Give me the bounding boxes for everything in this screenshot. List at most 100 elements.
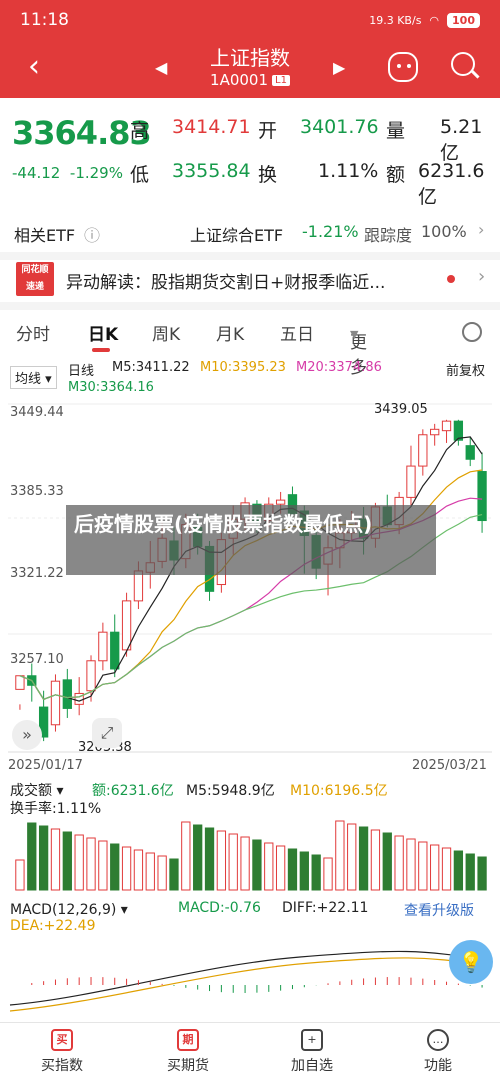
low-value: 3355.84 xyxy=(172,160,251,182)
volume-bar xyxy=(347,823,357,891)
volume-bar xyxy=(382,832,392,891)
volume-bar xyxy=(394,835,404,891)
change-pct: -1.29% xyxy=(69,164,123,182)
tab-intraday[interactable]: 分时 xyxy=(16,320,50,345)
tab-five-day[interactable]: 五日 xyxy=(280,320,314,345)
candle xyxy=(62,679,72,709)
buy-index-button[interactable]: 买买指数 xyxy=(12,1029,112,1075)
volume-bar xyxy=(299,851,309,891)
chevron-right-icon: › xyxy=(478,220,485,239)
candle xyxy=(50,680,61,726)
add-icon: + xyxy=(301,1029,323,1051)
help-icon[interactable]: ⓘ xyxy=(84,222,100,246)
volume-bar xyxy=(287,848,298,891)
dea-value: DEA:+22.49 xyxy=(10,918,96,934)
low-label: 低 xyxy=(130,164,150,186)
high-value: 3414.71 xyxy=(172,116,251,138)
macd-label: MACD(12,26,9) xyxy=(10,902,117,918)
tip-bulb-icon[interactable]: 💡 xyxy=(449,940,493,984)
volume-bar xyxy=(275,845,286,891)
page-title: 上证指数 xyxy=(210,46,290,70)
ma-selector[interactable]: 均线 ▾ xyxy=(10,366,57,389)
buy-index-label: 买指数 xyxy=(41,1058,83,1074)
news-banner[interactable]: 同花顺 速递 异动解读：股指期货交割日+财报季临近... › xyxy=(0,258,500,302)
volume-bar xyxy=(477,856,487,891)
vol-label: 成交额 xyxy=(10,783,52,799)
vol-amount: 额:6231.6亿 xyxy=(92,783,174,799)
upgrade-link[interactable]: 查看升级版 xyxy=(404,900,474,920)
volume-bar xyxy=(453,850,464,891)
candle xyxy=(121,600,132,651)
ma5-value: M5:3411.22 xyxy=(112,360,190,375)
open-label: 开 xyxy=(258,120,278,142)
status-time: 11:18 xyxy=(20,10,69,30)
etf-name: 上证综合ETF xyxy=(190,226,284,245)
caret-down-icon: ▼ xyxy=(350,328,359,341)
candle xyxy=(418,434,428,467)
etf-pct: -1.21% xyxy=(302,222,359,241)
diff-value: DIFF:+22.11 xyxy=(282,900,369,916)
volume-bar xyxy=(252,839,262,891)
volume-bar xyxy=(264,842,274,891)
y-tick-4: 3257.10 xyxy=(10,652,64,667)
volume-bar xyxy=(181,821,191,891)
candle xyxy=(15,675,25,690)
add-watchlist-button[interactable]: + 加自选 xyxy=(262,1029,362,1075)
diff-line xyxy=(9,950,491,1006)
news-text: 异动解读：股指期货交割日+财报季临近... xyxy=(66,273,386,293)
settings-icon[interactable] xyxy=(462,322,482,342)
vol-ma10: M10:6196.5亿 xyxy=(290,783,388,799)
functions-button[interactable]: … 功能 xyxy=(388,1029,488,1075)
buy-futures-button[interactable]: 期买期货 xyxy=(138,1029,238,1075)
max-price-label: 3439.05 xyxy=(374,402,428,417)
stock-code: 1A0001 L1 xyxy=(0,71,500,89)
bottom-bar: 买买指数 期买期货 + 加自选 … 功能 xyxy=(0,1022,500,1083)
volume-bar xyxy=(15,859,25,891)
tab-weekly[interactable]: 周K xyxy=(152,320,180,345)
volume-bar xyxy=(110,843,120,891)
candle xyxy=(465,445,475,460)
candle xyxy=(406,465,416,498)
candle xyxy=(477,471,487,522)
next-stock-icon[interactable]: ▶ xyxy=(333,58,345,77)
volume-indicator-selector[interactable]: 成交额 ▾ xyxy=(10,780,63,800)
collapse-icon[interactable]: » xyxy=(12,720,42,750)
adjust-mode[interactable]: 前复权 xyxy=(446,360,485,379)
volume-label: 量 xyxy=(386,120,406,142)
track-value: 100% xyxy=(421,222,467,241)
kline-chart[interactable] xyxy=(0,398,500,760)
ma30-value: M30:3364.16 xyxy=(68,380,154,395)
fullscreen-icon[interactable]: ⤢ xyxy=(92,718,122,748)
volume-bar xyxy=(430,844,440,891)
volume-bar xyxy=(62,831,72,891)
robot-icon[interactable] xyxy=(388,52,418,82)
functions-icon: … xyxy=(427,1029,449,1051)
candle xyxy=(98,631,108,662)
candle xyxy=(110,631,120,670)
related-etf-row[interactable]: 相关ETF ⓘ 上证综合ETF -1.21% 跟踪度 100% › xyxy=(0,212,500,252)
open-value: 3401.76 xyxy=(300,116,379,138)
volume-bar xyxy=(27,822,37,891)
volume-bar xyxy=(145,852,155,891)
search-icon[interactable] xyxy=(451,52,475,76)
ma20-value: M20:3374.86 xyxy=(296,360,382,375)
volume-bar xyxy=(50,828,61,891)
volume-chart[interactable] xyxy=(0,812,500,892)
y-tick-3: 3321.22 xyxy=(10,566,64,581)
ma10-value: M10:3395.23 xyxy=(200,360,286,375)
macd-selector[interactable]: MACD(12,26,9) ▾ xyxy=(10,902,128,918)
tab-daily[interactable]: 日K xyxy=(88,320,118,345)
volume-bar xyxy=(98,840,108,891)
volume-bar xyxy=(169,858,179,891)
volume-bar xyxy=(86,837,96,891)
add-watchlist-label: 加自选 xyxy=(291,1058,333,1074)
volume-bar xyxy=(465,853,475,891)
futures-icon: 期 xyxy=(177,1029,199,1051)
volume-bar xyxy=(38,825,49,891)
macd-chart[interactable] xyxy=(0,935,500,1019)
dea-line xyxy=(9,957,491,1012)
y-tick-1: 3449.44 xyxy=(10,405,64,420)
volume-bar xyxy=(228,833,238,891)
logo-text-2: 速递 xyxy=(25,282,44,292)
tab-monthly[interactable]: 月K xyxy=(216,320,244,345)
